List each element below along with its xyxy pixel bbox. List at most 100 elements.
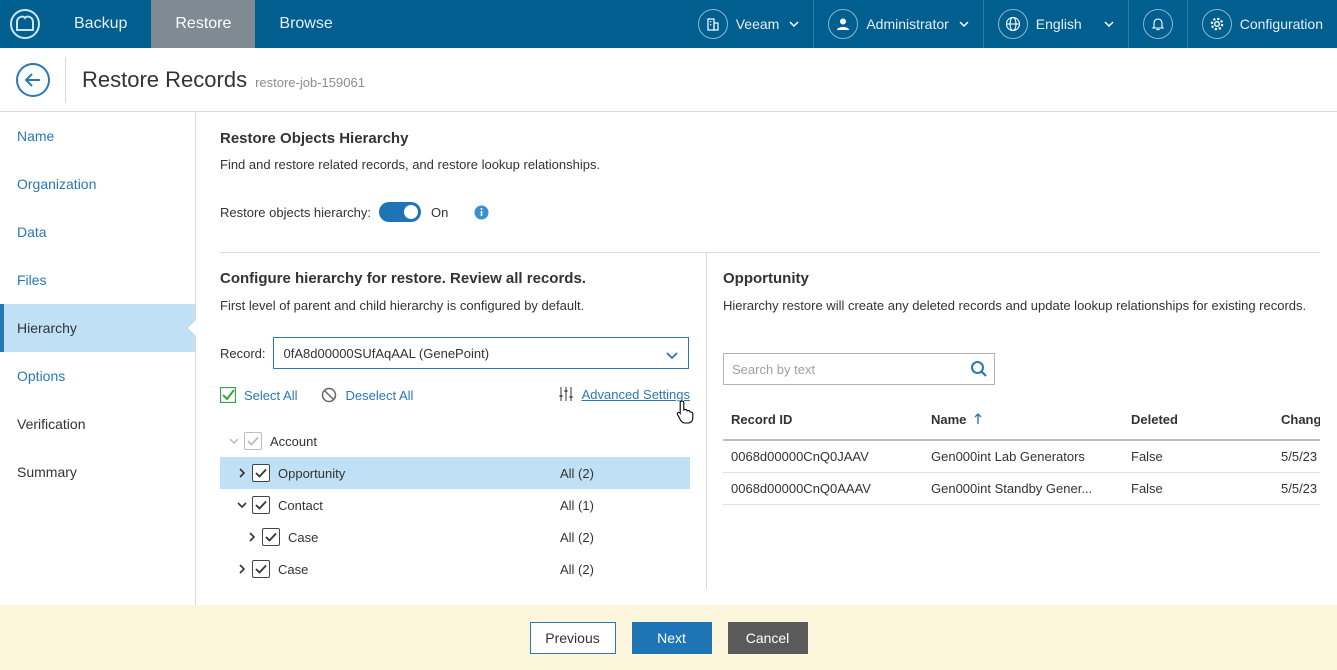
column-header-deleted[interactable]: Deleted [1123, 412, 1273, 427]
column-header-changed[interactable]: Chang [1273, 412, 1320, 427]
tree-node-label: Account [270, 433, 317, 449]
tree-node-opportunity[interactable]: Opportunity All (2) [220, 457, 690, 489]
chevron-right-icon[interactable] [242, 532, 262, 542]
search-placeholder: Search by text [732, 361, 816, 377]
search-input[interactable]: Search by text [723, 353, 995, 385]
advanced-settings-link[interactable]: Advanced Settings [558, 386, 690, 402]
next-button[interactable]: Next [631, 621, 712, 654]
chevron-down-icon [665, 348, 678, 363]
tab-restore[interactable]: Restore [151, 0, 256, 48]
veeam-logo-icon[interactable] [0, 0, 50, 48]
user-name: Administrator [866, 16, 949, 32]
record-label: Record: [220, 345, 266, 361]
cell-name: Gen000int Lab Generators [931, 449, 1085, 464]
select-all-button[interactable]: Select All [220, 387, 297, 403]
bell-icon [1142, 9, 1173, 39]
user-icon [828, 9, 859, 39]
records-title: Opportunity [723, 270, 809, 287]
sidebar-item-options[interactable]: Options [0, 352, 195, 400]
user-menu[interactable]: Administrator [813, 0, 982, 48]
page-title: Restore Records [82, 66, 248, 92]
tree-node-contact-case[interactable]: Case All (2) [220, 521, 690, 553]
hierarchy-toggle[interactable] [379, 202, 422, 222]
column-header-name-label: Name [931, 411, 967, 427]
sidebar-item-files[interactable]: Files [0, 256, 195, 304]
section-description: Find and restore related records, and re… [220, 157, 601, 172]
block-icon [322, 387, 337, 403]
toggle-label: Restore objects hierarchy: [220, 204, 372, 220]
deselect-all-button[interactable]: Deselect All [321, 387, 413, 403]
organization-selector[interactable]: Veeam [684, 0, 814, 48]
case-checkbox[interactable] [252, 560, 270, 578]
info-icon[interactable] [474, 205, 489, 220]
tree-actions: Select All Deselect All Advanced Setting… [220, 383, 690, 407]
back-button[interactable] [16, 62, 50, 97]
chevron-right-icon[interactable] [232, 564, 252, 574]
sidebar-item-data[interactable]: Data [0, 208, 195, 256]
hierarchy-config-title: Configure hierarchy for restore. Review … [220, 270, 586, 287]
account-checkbox [244, 432, 262, 450]
cell-record-id: 0068d00000CnQ0JAAV [731, 449, 869, 464]
table-header: Record ID Name Deleted Chang [723, 399, 1320, 441]
chevron-down-icon [789, 21, 799, 27]
cell-deleted: False [1131, 481, 1163, 496]
opportunity-checkbox[interactable] [252, 464, 270, 482]
search-icon[interactable] [970, 360, 988, 381]
building-icon [697, 9, 728, 39]
sort-ascending-icon [974, 413, 982, 425]
chevron-down-icon [224, 438, 244, 444]
tree-node-count: All (2) [560, 530, 594, 545]
page-header: Restore Records restore-job-159061 [0, 48, 1337, 112]
cell-deleted: False [1131, 449, 1163, 464]
tree-node-label: Contact [278, 497, 323, 513]
hand-pointer-icon [676, 400, 694, 427]
table-row[interactable]: 0068d00000CnQ0AAAV Gen000int Standby Gen… [723, 473, 1320, 505]
hierarchy-tree: Account Opportunity All (2) Contact All … [220, 425, 690, 585]
toggle-state: On [431, 204, 449, 220]
arrow-left-icon [24, 72, 40, 87]
tree-node-label: Case [288, 529, 319, 545]
sidebar-item-hierarchy[interactable]: Hierarchy [0, 304, 196, 352]
cell-changed: 5/5/23 [1281, 481, 1318, 496]
records-table: Record ID Name Deleted Chang 0068d00000C… [723, 399, 1320, 505]
chevron-down-icon[interactable] [232, 502, 252, 508]
language-selector[interactable]: English [982, 0, 1128, 48]
notifications-button[interactable] [1127, 0, 1187, 48]
deselect-all-label: Deselect All [345, 387, 414, 403]
contact-checkbox[interactable] [252, 496, 270, 514]
checkbox-checked-icon [220, 387, 236, 403]
tree-node-case[interactable]: Case All (2) [220, 553, 690, 585]
sidebar-item-summary: Summary [17, 464, 77, 480]
previous-button[interactable]: Previous [529, 621, 616, 654]
tree-node-label: Opportunity [278, 465, 346, 481]
chevron-right-icon[interactable] [232, 468, 252, 478]
tree-node-count: All (2) [560, 562, 594, 577]
table-row[interactable]: 0068d00000CnQ0JAAV Gen000int Lab Generat… [723, 441, 1320, 473]
tab-browse[interactable]: Browse [255, 0, 356, 48]
job-name: restore-job-159061 [255, 74, 365, 90]
column-header-name[interactable]: Name [923, 412, 1123, 427]
organization-name: Veeam [735, 16, 780, 32]
sidebar-item-organization[interactable]: Organization [0, 160, 195, 208]
language-name: English [1035, 16, 1082, 32]
record-select-value: 0fA8d00000SUfAqAAL (GenePoint) [283, 345, 490, 361]
tree-node-count: All (2) [560, 466, 594, 481]
tab-backup[interactable]: Backup [50, 0, 151, 48]
cell-record-id: 0068d00000CnQ0AAAV [731, 481, 871, 496]
tree-node-count: All (1) [560, 498, 594, 513]
column-header-record-id[interactable]: Record ID [723, 412, 923, 427]
sidebar-item-name[interactable]: Name [0, 112, 195, 160]
cell-changed: 5/5/23 [1281, 449, 1318, 464]
tree-node-contact[interactable]: Contact All (1) [220, 489, 690, 521]
section-title: Restore Objects Hierarchy [220, 130, 409, 147]
advanced-settings-label: Advanced Settings [581, 386, 690, 402]
configuration-label: Configuration [1239, 16, 1323, 32]
sidebar-item-verification: Verification [17, 416, 86, 432]
top-navigation-bar: Backup Restore Browse Veeam Administrato… [0, 0, 1337, 48]
cancel-button[interactable]: Cancel [727, 621, 808, 654]
configuration-button[interactable]: Configuration [1186, 0, 1337, 48]
case-checkbox[interactable] [262, 528, 280, 546]
tree-node-label: Case [278, 561, 309, 577]
record-select[interactable]: 0fA8d00000SUfAqAAL (GenePoint) [272, 337, 689, 369]
hierarchy-toggle-row: Restore objects hierarchy: On [220, 202, 489, 222]
